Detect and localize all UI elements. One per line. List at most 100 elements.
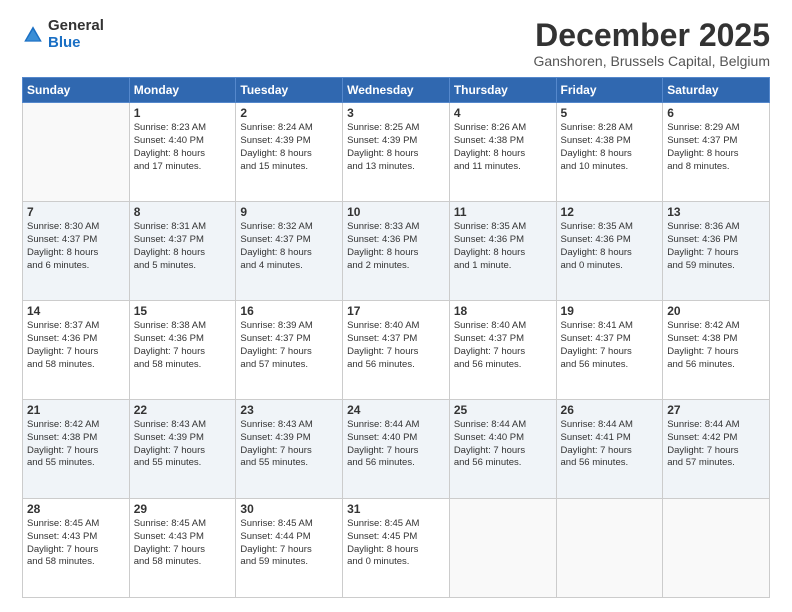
day-info: Sunrise: 8:36 AM Sunset: 4:36 PM Dayligh… — [667, 221, 765, 272]
day-number: 27 — [667, 403, 765, 417]
calendar-cell: 24 Sunrise: 8:44 AM Sunset: 4:40 PM Dayli… — [343, 400, 450, 499]
day-number: 20 — [667, 304, 765, 318]
calendar-cell: 23Sunrise: 8:43 AM Sunset: 4:39 PM Dayli… — [236, 400, 343, 499]
calendar-week-2: 7 Sunrise: 8:30 AM Sunset: 4:37 PM Daylig… — [23, 202, 770, 301]
calendar-cell: 25 Sunrise: 8:44 AM Sunset: 4:40 PM Dayli… — [449, 400, 556, 499]
day-number: 26 — [561, 403, 659, 417]
day-number: 25 — [454, 403, 552, 417]
calendar-cell: 5Sunrise: 8:28 AM Sunset: 4:38 PM Daylig… — [556, 103, 663, 202]
calendar-cell: 2 Sunrise: 8:24 AM Sunset: 4:39 PM Daylig… — [236, 103, 343, 202]
day-info: Sunrise: 8:25 AM Sunset: 4:39 PM Dayligh… — [347, 122, 445, 173]
day-info: Sunrise: 8:32 AM Sunset: 4:37 PM Dayligh… — [240, 221, 338, 272]
day-number: 16 — [240, 304, 338, 318]
day-number: 28 — [27, 502, 125, 516]
weekday-header-saturday: Saturday — [663, 78, 770, 103]
weekday-header-tuesday: Tuesday — [236, 78, 343, 103]
logo: General Blue — [22, 18, 104, 51]
page: General Blue December 2025 Ganshoren, Br… — [0, 0, 792, 612]
calendar-cell: 15Sunrise: 8:38 AM Sunset: 4:36 PM Dayli… — [129, 301, 236, 400]
calendar-week-5: 28 Sunrise: 8:45 AM Sunset: 4:43 PM Dayli… — [23, 499, 770, 598]
calendar-cell: 4 Sunrise: 8:26 AM Sunset: 4:38 PM Daylig… — [449, 103, 556, 202]
calendar-cell: 13 Sunrise: 8:36 AM Sunset: 4:36 PM Dayli… — [663, 202, 770, 301]
day-info: Sunrise: 8:28 AM Sunset: 4:38 PM Dayligh… — [561, 122, 659, 173]
weekday-header-wednesday: Wednesday — [343, 78, 450, 103]
logo-general-text: General — [48, 18, 104, 35]
day-number: 8 — [134, 205, 232, 219]
calendar-cell: 26 Sunrise: 8:44 AM Sunset: 4:41 PM Dayli… — [556, 400, 663, 499]
calendar-cell: 16 Sunrise: 8:39 AM Sunset: 4:37 PM Dayli… — [236, 301, 343, 400]
day-info: Sunrise: 8:24 AM Sunset: 4:39 PM Dayligh… — [240, 122, 338, 173]
weekday-header-monday: Monday — [129, 78, 236, 103]
day-info: Sunrise: 8:43 AM Sunset: 4:39 PM Dayligh… — [240, 419, 338, 470]
day-info: Sunrise: 8:31 AM Sunset: 4:37 PM Dayligh… — [134, 221, 232, 272]
calendar-cell: 28Sunrise: 8:45 AM Sunset: 4:43 PM Dayli… — [23, 499, 130, 598]
calendar-cell: 11Sunrise: 8:35 AM Sunset: 4:36 PM Dayli… — [449, 202, 556, 301]
calendar-cell: 22 Sunrise: 8:43 AM Sunset: 4:39 PM Dayli… — [129, 400, 236, 499]
calendar-table: SundayMondayTuesdayWednesdayThursdayFrid… — [22, 77, 770, 598]
calendar-cell: 12Sunrise: 8:35 AM Sunset: 4:36 PM Dayli… — [556, 202, 663, 301]
day-number: 13 — [667, 205, 765, 219]
day-info: Sunrise: 8:44 AM Sunset: 4:41 PM Dayligh… — [561, 419, 659, 470]
calendar-cell: 7 Sunrise: 8:30 AM Sunset: 4:37 PM Daylig… — [23, 202, 130, 301]
day-info: Sunrise: 8:38 AM Sunset: 4:36 PM Dayligh… — [134, 320, 232, 371]
day-number: 14 — [27, 304, 125, 318]
calendar-week-3: 14 Sunrise: 8:37 AM Sunset: 4:36 PM Dayli… — [23, 301, 770, 400]
calendar-cell: 29Sunrise: 8:45 AM Sunset: 4:43 PM Dayli… — [129, 499, 236, 598]
calendar-cell: 9 Sunrise: 8:32 AM Sunset: 4:37 PM Daylig… — [236, 202, 343, 301]
day-number: 12 — [561, 205, 659, 219]
weekday-header-thursday: Thursday — [449, 78, 556, 103]
day-info: Sunrise: 8:45 AM Sunset: 4:44 PM Dayligh… — [240, 518, 338, 569]
calendar-cell: 10 Sunrise: 8:33 AM Sunset: 4:36 PM Dayli… — [343, 202, 450, 301]
logo-blue-text: Blue — [48, 35, 104, 52]
calendar-week-1: 1 Sunrise: 8:23 AM Sunset: 4:40 PM Daylig… — [23, 103, 770, 202]
day-info: Sunrise: 8:45 AM Sunset: 4:45 PM Dayligh… — [347, 518, 445, 569]
logo-icon — [22, 24, 44, 46]
calendar-cell: 21Sunrise: 8:42 AM Sunset: 4:38 PM Dayli… — [23, 400, 130, 499]
day-number: 2 — [240, 106, 338, 120]
calendar-week-4: 21Sunrise: 8:42 AM Sunset: 4:38 PM Dayli… — [23, 400, 770, 499]
calendar-cell: 19Sunrise: 8:41 AM Sunset: 4:37 PM Dayli… — [556, 301, 663, 400]
day-number: 9 — [240, 205, 338, 219]
day-number: 18 — [454, 304, 552, 318]
weekday-header-sunday: Sunday — [23, 78, 130, 103]
calendar-cell: 31 Sunrise: 8:45 AM Sunset: 4:45 PM Dayli… — [343, 499, 450, 598]
day-number: 10 — [347, 205, 445, 219]
day-number: 7 — [27, 205, 125, 219]
day-number: 4 — [454, 106, 552, 120]
day-number: 1 — [134, 106, 232, 120]
day-number: 11 — [454, 205, 552, 219]
day-info: Sunrise: 8:44 AM Sunset: 4:40 PM Dayligh… — [454, 419, 552, 470]
day-number: 3 — [347, 106, 445, 120]
weekday-header-row: SundayMondayTuesdayWednesdayThursdayFrid… — [23, 78, 770, 103]
calendar-cell — [449, 499, 556, 598]
calendar-cell: 14 Sunrise: 8:37 AM Sunset: 4:36 PM Dayli… — [23, 301, 130, 400]
day-number: 22 — [134, 403, 232, 417]
day-info: Sunrise: 8:37 AM Sunset: 4:36 PM Dayligh… — [27, 320, 125, 371]
day-info: Sunrise: 8:43 AM Sunset: 4:39 PM Dayligh… — [134, 419, 232, 470]
day-info: Sunrise: 8:26 AM Sunset: 4:38 PM Dayligh… — [454, 122, 552, 173]
weekday-header-friday: Friday — [556, 78, 663, 103]
header: General Blue December 2025 Ganshoren, Br… — [22, 18, 770, 69]
day-info: Sunrise: 8:33 AM Sunset: 4:36 PM Dayligh… — [347, 221, 445, 272]
day-info: Sunrise: 8:42 AM Sunset: 4:38 PM Dayligh… — [27, 419, 125, 470]
calendar-cell: 8 Sunrise: 8:31 AM Sunset: 4:37 PM Daylig… — [129, 202, 236, 301]
day-number: 24 — [347, 403, 445, 417]
day-info: Sunrise: 8:39 AM Sunset: 4:37 PM Dayligh… — [240, 320, 338, 371]
day-info: Sunrise: 8:42 AM Sunset: 4:38 PM Dayligh… — [667, 320, 765, 371]
calendar-cell: 18Sunrise: 8:40 AM Sunset: 4:37 PM Dayli… — [449, 301, 556, 400]
day-info: Sunrise: 8:40 AM Sunset: 4:37 PM Dayligh… — [347, 320, 445, 371]
day-info: Sunrise: 8:29 AM Sunset: 4:37 PM Dayligh… — [667, 122, 765, 173]
calendar-cell — [556, 499, 663, 598]
day-number: 30 — [240, 502, 338, 516]
day-number: 31 — [347, 502, 445, 516]
calendar-cell: 30 Sunrise: 8:45 AM Sunset: 4:44 PM Dayli… — [236, 499, 343, 598]
day-info: Sunrise: 8:23 AM Sunset: 4:40 PM Dayligh… — [134, 122, 232, 173]
calendar-cell: 6Sunrise: 8:29 AM Sunset: 4:37 PM Daylig… — [663, 103, 770, 202]
day-info: Sunrise: 8:44 AM Sunset: 4:40 PM Dayligh… — [347, 419, 445, 470]
calendar-cell: 27Sunrise: 8:44 AM Sunset: 4:42 PM Dayli… — [663, 400, 770, 499]
day-info: Sunrise: 8:30 AM Sunset: 4:37 PM Dayligh… — [27, 221, 125, 272]
title-block: December 2025 Ganshoren, Brussels Capita… — [533, 18, 770, 69]
calendar-cell: 20 Sunrise: 8:42 AM Sunset: 4:38 PM Dayli… — [663, 301, 770, 400]
day-info: Sunrise: 8:45 AM Sunset: 4:43 PM Dayligh… — [134, 518, 232, 569]
calendar-cell — [23, 103, 130, 202]
